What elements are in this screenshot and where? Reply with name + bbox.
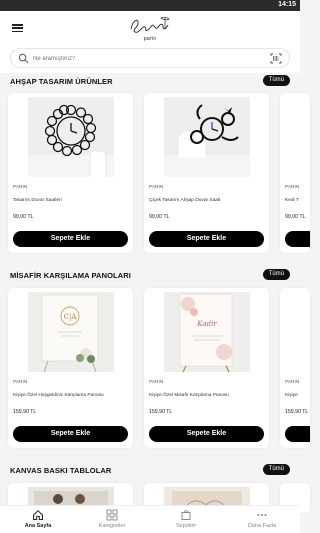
nav-label: Kategoriler [98,523,126,529]
nav-home[interactable]: Ana Sayfa [8,509,68,529]
add-to-cart-button[interactable]: Sepete Ekle [149,231,264,247]
search-icon [18,53,29,64]
see-all-button-misafir[interactable]: Tümü [262,269,290,280]
product-brand: PARIN [13,380,28,385]
product-brand: PARIN [285,185,300,190]
product-price: 159,90 TL [285,409,309,415]
section-title-misafir: MİSAFİR KARŞILAMA PANOLARI [10,271,131,280]
section-title-kanvas: KANVAS BASKI TABLOLAR [10,466,112,475]
hamburger-icon[interactable] [12,24,23,33]
product-card[interactable]: C|A PARIN Kişiye Özel Hoşgeldiniz Karşıl… [8,288,133,448]
product-name[interactable]: Kişiye Özel Misafir Karşılama Panosu [149,393,229,398]
search-input[interactable] [33,51,253,66]
product-name[interactable]: Kedi T [285,198,299,203]
status-time: 14:15 [278,1,296,8]
product-card[interactable]: PARIN Çiçek Tasarım Ahşap Duvar Saati 99… [144,93,269,253]
nav-label: Ana Sayfa [24,523,52,529]
bottom-navigation: Ana Sayfa Kategoriler Sepetim Daha Fazla [0,505,300,533]
section-title-ahsap: AHŞAP TASARIM ÜRÜNLER [10,77,113,86]
home-icon [33,510,43,520]
add-to-cart-button[interactable] [285,231,310,247]
status-bar: 14:15 [0,0,300,11]
logo-subtext: parin [143,36,157,42]
add-to-cart-button[interactable] [285,426,310,442]
product-brand: PARIN [149,185,164,190]
see-all-button-ahsap[interactable]: Tümü [262,75,290,86]
product-brand: PARIN [285,380,300,385]
top-bar: parin [0,11,300,45]
product-image[interactable]: Kadir [164,292,250,373]
nav-label: Daha Fazla [247,523,277,529]
product-card[interactable]: Kadir PARIN Kişiye Özel Misafir Karşılam… [144,288,269,448]
product-card-partial[interactable]: PARIN Kedi T 99,00 TL [280,93,310,253]
product-name[interactable]: Kişiye [285,393,298,398]
nav-cart[interactable]: Sepetim [156,509,216,529]
flower-clock-image [164,104,250,177]
welcome-board-image: C|A [41,294,99,373]
product-image[interactable] [28,97,114,177]
grid-icon [106,509,118,521]
product-brand: PARIN [13,185,28,190]
product-image[interactable] [164,97,250,177]
barcode-icon[interactable] [270,53,282,64]
nav-label: Sepetim [175,523,197,529]
logo[interactable]: parin [127,15,173,42]
add-to-cart-button[interactable]: Sepete Ekle [13,426,128,442]
product-card-partial[interactable]: PARIN Kişiye 159,90 TL [280,288,310,448]
product-brand: PARIN [149,380,164,385]
logo-script-icon [130,16,170,33]
nav-more[interactable]: Daha Fazla [232,509,292,529]
product-image[interactable]: C|A [28,292,114,373]
clock-rings-image [28,104,114,177]
product-price: 159,90 TL [13,409,37,415]
board-initials: C|A [64,313,78,321]
add-to-cart-button[interactable]: Sepete Ekle [13,231,128,247]
product-price: 99,00 TL [285,214,306,220]
see-all-button-kanvas[interactable]: Tümü [262,464,290,475]
cart-icon [181,510,191,520]
search-bar-container [0,45,300,73]
product-price: 99,00 TL [149,214,170,220]
product-name[interactable]: Tasarım Duvar Saatleri [13,198,62,203]
product-card[interactable]: PARIN Tasarım Duvar Saatleri 99,00 TL Se… [8,93,133,253]
guest-board-image: Kadir [179,293,233,373]
add-to-cart-button[interactable]: Sepete Ekle [149,426,264,442]
product-price: 159,90 TL [149,409,173,415]
product-name[interactable]: Kişiye Özel Hoşgeldiniz Karşılama Panosu [13,393,104,398]
more-icon [257,514,267,516]
board-name: Kadir [196,320,217,328]
nav-categories[interactable]: Kategoriler [82,509,142,529]
product-name[interactable]: Çiçek Tasarım Ahşap Duvar Saati [149,198,220,203]
search-bar[interactable] [10,48,290,68]
product-price: 99,00 TL [13,214,34,220]
